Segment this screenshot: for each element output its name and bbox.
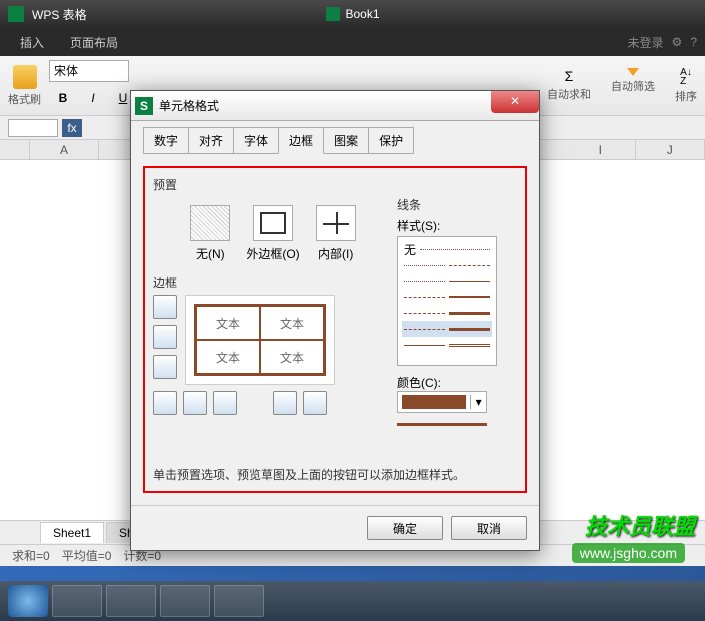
border-vmiddle-button[interactable] [213, 391, 237, 415]
sigma-icon: Σ [565, 68, 574, 84]
doc-icon [325, 7, 339, 21]
autosum-button[interactable]: Σ 自动求和 [547, 68, 591, 104]
preview-cell: 文本 [196, 306, 260, 340]
style-option[interactable] [402, 305, 492, 321]
help-icon[interactable]: ? [690, 35, 697, 49]
border-preview[interactable]: 文本 文本 文本 文本 [185, 295, 335, 385]
tab-protect[interactable]: 保护 [368, 127, 414, 154]
filter-icon [627, 68, 639, 76]
col-header[interactable]: J [636, 140, 705, 159]
style-option[interactable] [402, 273, 492, 289]
close-button[interactable]: ✕ [491, 91, 539, 113]
cell-format-dialog: S 单元格格式 ✕ 数字 对齐 字体 边框 图案 保护 预置 无 [130, 90, 540, 551]
ok-button[interactable]: 确定 [367, 516, 443, 540]
document-title: Book1 [325, 7, 379, 21]
ribbon-tab-insert[interactable]: 插入 [8, 30, 56, 55]
login-area[interactable]: 未登录 ⚙ ? [628, 34, 697, 51]
tab-pattern[interactable]: 图案 [323, 127, 369, 154]
bold-button[interactable]: B [49, 84, 77, 112]
preset-label: 预置 [153, 176, 393, 193]
style-option[interactable] [402, 337, 492, 353]
dialog-icon: S [135, 97, 153, 115]
border-diag1-button[interactable] [153, 391, 177, 415]
dialog-title: 单元格格式 [159, 97, 219, 114]
brush-icon [13, 65, 37, 89]
task-item[interactable] [52, 585, 102, 617]
col-header[interactable]: I [566, 140, 636, 159]
style-option[interactable] [402, 289, 492, 305]
watermark-url: www.jsgho.com [572, 543, 685, 563]
preset-outline-icon [253, 205, 293, 241]
color-picker[interactable]: ▾ [397, 391, 487, 413]
app-titlebar: WPS 表格 Book1 [0, 0, 705, 28]
style-none[interactable]: 无 [402, 241, 492, 257]
format-painter-group[interactable]: 格式刷 [8, 65, 41, 107]
sort-button[interactable]: A↓Z 排序 [675, 68, 697, 104]
preview-cell: 文本 [260, 306, 324, 340]
app-icon [8, 6, 24, 22]
autofilter-button[interactable]: 自动筛选 [611, 68, 655, 104]
tab-font[interactable]: 字体 [233, 127, 279, 154]
preset-outline-button[interactable]: 外边框(O) [246, 205, 299, 262]
style-label: 样式(S): [397, 217, 497, 234]
border-top-button[interactable] [153, 295, 177, 319]
status-avg: 平均值=0 [62, 547, 112, 564]
border-label: 边框 [153, 274, 393, 291]
font-family-select[interactable] [49, 60, 129, 82]
task-item[interactable] [214, 585, 264, 617]
preset-inside-icon [316, 205, 356, 241]
color-swatch [402, 395, 466, 409]
border-left-button[interactable] [183, 391, 207, 415]
status-sum: 求和=0 [12, 547, 50, 564]
col-header[interactable]: A [30, 140, 100, 159]
italic-button[interactable]: I [79, 84, 107, 112]
line-style-list[interactable]: 无 [397, 236, 497, 366]
tab-align[interactable]: 对齐 [188, 127, 234, 154]
sheet-tab[interactable]: Sheet1 [40, 522, 104, 543]
settings-icon[interactable]: ⚙ [672, 35, 683, 49]
dialog-hint: 单击预置选项、预览草图及上面的按钮可以添加边框样式。 [153, 466, 517, 483]
border-diag2-button[interactable] [303, 391, 327, 415]
watermark-text: 技术员联盟 [585, 509, 695, 541]
cancel-button[interactable]: 取消 [451, 516, 527, 540]
preset-inside-button[interactable]: 内部(I) [316, 205, 356, 262]
style-option[interactable] [402, 321, 492, 337]
tab-number[interactable]: 数字 [143, 127, 189, 154]
ribbon-tabs: 插入 页面布局 未登录 ⚙ ? [0, 28, 705, 56]
task-item[interactable] [160, 585, 210, 617]
line-label: 线条 [397, 196, 497, 213]
border-right-button[interactable] [273, 391, 297, 415]
tab-border[interactable]: 边框 [278, 127, 324, 154]
fx-button[interactable]: fx [62, 119, 82, 137]
start-button[interactable] [8, 585, 48, 617]
dialog-tabs: 数字 对齐 字体 边框 图案 保护 [131, 121, 539, 154]
preset-none-icon [190, 205, 230, 241]
dialog-footer: 确定 取消 [131, 505, 539, 550]
preview-cell: 文本 [196, 340, 260, 374]
color-sample-line [397, 423, 487, 426]
dialog-titlebar[interactable]: S 单元格格式 ✕ [131, 91, 539, 121]
highlighted-region: 预置 无(N) 外边框(O) [143, 166, 527, 493]
sort-icon: A↓Z [680, 68, 692, 86]
border-hmiddle-button[interactable] [153, 325, 177, 349]
app-title: WPS 表格 [32, 6, 87, 23]
border-bottom-button[interactable] [153, 355, 177, 379]
cell-reference-input[interactable] [8, 119, 58, 137]
ribbon-tab-layout[interactable]: 页面布局 [58, 30, 130, 55]
style-option[interactable] [402, 257, 492, 273]
chevron-down-icon: ▾ [470, 395, 486, 409]
preset-none-button[interactable]: 无(N) [190, 205, 230, 262]
task-item[interactable] [106, 585, 156, 617]
taskbar[interactable] [0, 581, 705, 621]
color-label: 颜色(C): [397, 374, 497, 391]
preview-cell: 文本 [260, 340, 324, 374]
